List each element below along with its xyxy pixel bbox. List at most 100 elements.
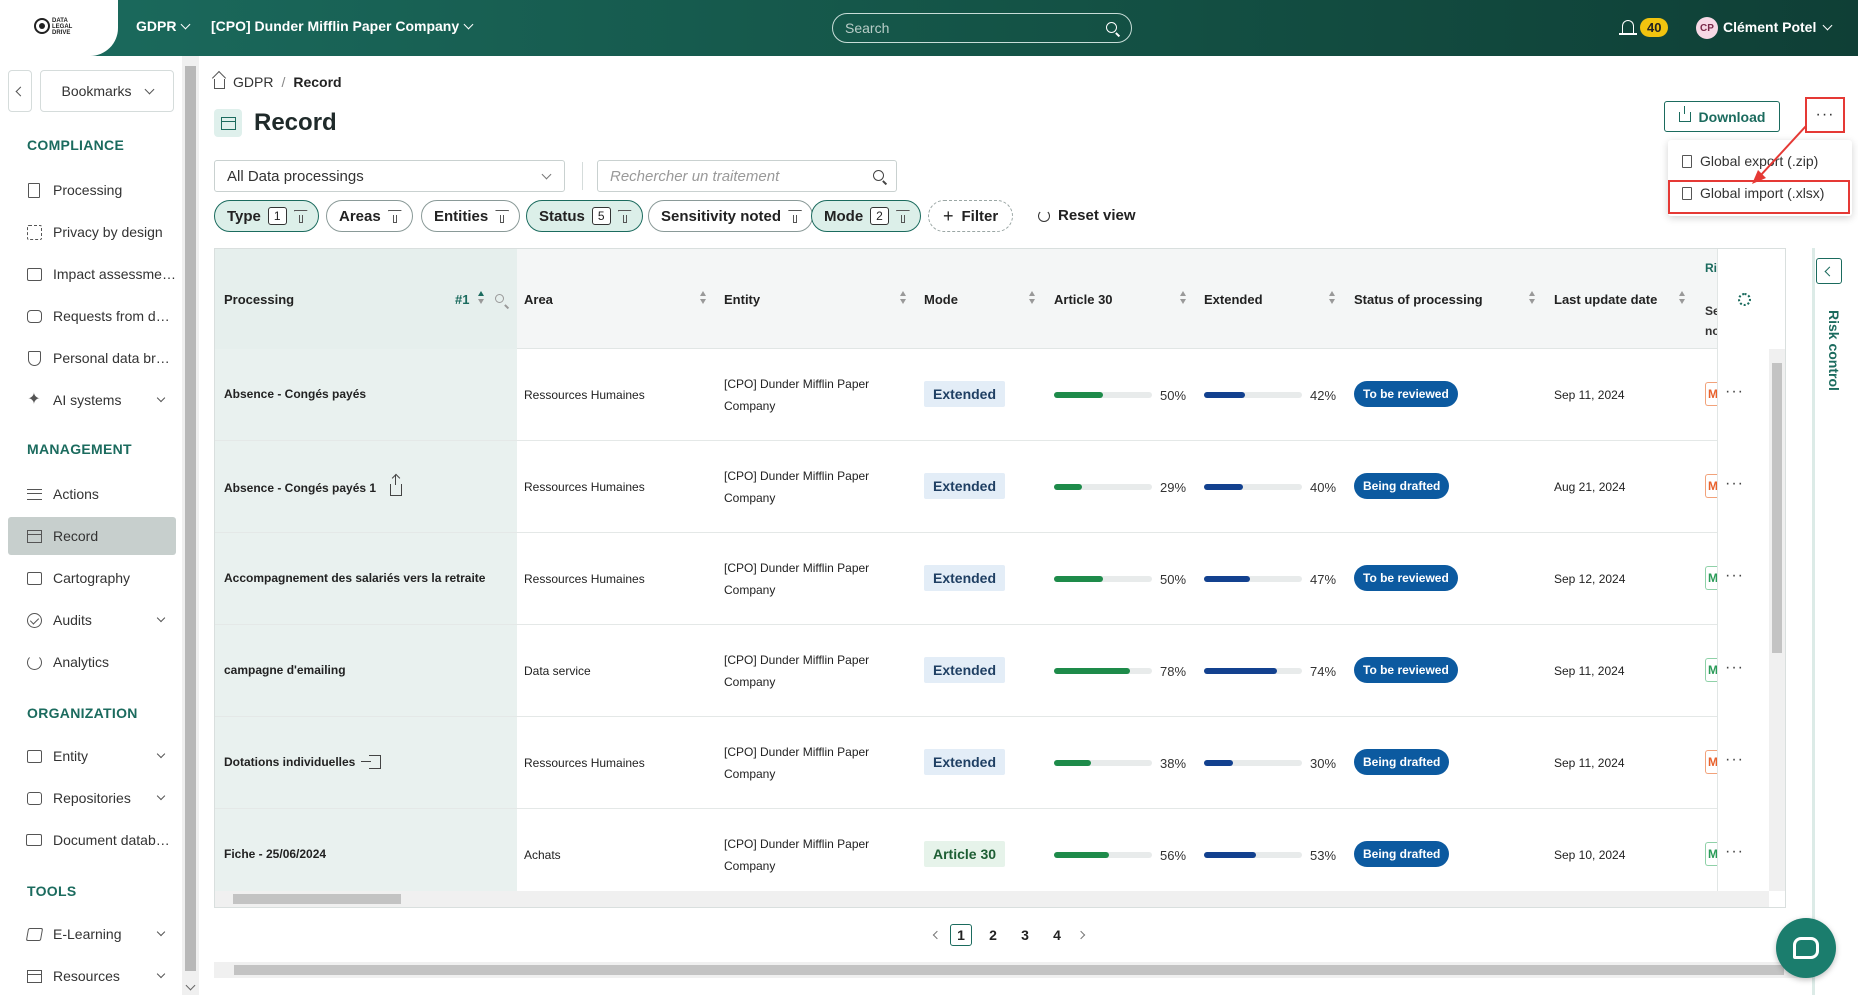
- row-more-button[interactable]: ···: [1725, 567, 1744, 585]
- scroll-thumb[interactable]: [234, 965, 1784, 975]
- cell-processing[interactable]: campagne d'emailing: [224, 663, 346, 677]
- sidebar-item-impact-assessments[interactable]: Impact assessments: [8, 255, 176, 293]
- filter-chip-areas[interactable]: Areas: [326, 200, 413, 232]
- page-horizontal-scrollbar[interactable]: [214, 962, 1806, 978]
- header-article-30[interactable]: Article 30: [1054, 292, 1113, 307]
- collapse-sidebar-button[interactable]: [8, 70, 32, 112]
- cell-processing[interactable]: Absence - Congés payés 1: [224, 475, 403, 496]
- row-more-button[interactable]: ···: [1725, 659, 1744, 677]
- sidebar-item-document-database[interactable]: Document database: [8, 821, 176, 859]
- sort-icon[interactable]: [1529, 291, 1535, 305]
- sidebar-item-audits[interactable]: Audits: [8, 601, 176, 639]
- sidebar-scrollbar[interactable]: [182, 56, 199, 995]
- sidebar-item-resources[interactable]: Resources: [8, 957, 176, 995]
- row-more-button[interactable]: ···: [1725, 843, 1744, 861]
- expand-panel-button[interactable]: [1816, 258, 1842, 284]
- gear-icon[interactable]: [1738, 293, 1751, 306]
- sidebar-item-repositories[interactable]: Repositories: [8, 779, 176, 817]
- sidebar-item-requests[interactable]: Requests from data subjects: [8, 297, 176, 335]
- sign-in-icon[interactable]: [361, 755, 382, 769]
- search-icon[interactable]: [495, 294, 504, 303]
- sidebar-item-ai-systems[interactable]: ✦ AI systems: [8, 381, 176, 419]
- page-4[interactable]: 4: [1046, 924, 1068, 946]
- processing-name[interactable]: Fiche - 25/06/2024: [224, 847, 326, 861]
- filter-chip-type[interactable]: Type 1: [214, 200, 319, 232]
- filter-chip-mode[interactable]: Mode 2: [811, 200, 921, 232]
- table-row[interactable]: Fiche - 25/06/2024 Achats [CPO] Dunder Mif…: [215, 809, 1785, 901]
- processing-name[interactable]: Absence - Congés payés: [224, 387, 366, 401]
- sort-icon[interactable]: [1180, 291, 1186, 305]
- sidebar-item-cartography[interactable]: Cartography: [8, 559, 176, 597]
- header-area[interactable]: Area: [524, 292, 553, 307]
- page-2[interactable]: 2: [982, 924, 1004, 946]
- header-status[interactable]: Status of processing: [1354, 292, 1483, 307]
- next-page-icon[interactable]: [1076, 930, 1086, 940]
- row-more-button[interactable]: ···: [1725, 751, 1744, 769]
- notification-count[interactable]: 40: [1640, 18, 1669, 37]
- header-risk[interactable]: Risk: [1705, 261, 1717, 275]
- table-row[interactable]: Accompagnement des salariés vers la retr…: [215, 533, 1785, 625]
- processing-name[interactable]: Dotations individuelles: [224, 755, 355, 769]
- header-entity[interactable]: Entity: [724, 292, 760, 307]
- add-filter-button[interactable]: + Filter: [928, 200, 1014, 232]
- download-button[interactable]: Download: [1664, 101, 1780, 132]
- header-sensitivity[interactable]: Sensitivity noted: [1705, 301, 1717, 341]
- bookmarks-dropdown[interactable]: Bookmarks: [40, 70, 174, 112]
- header-last-update[interactable]: Last update date: [1554, 292, 1657, 307]
- sort-icon[interactable]: [1029, 291, 1035, 305]
- cell-processing[interactable]: Accompagnement des salariés vers la retr…: [224, 571, 485, 585]
- avatar[interactable]: CP: [1696, 17, 1718, 39]
- sort-icon[interactable]: [1329, 291, 1335, 305]
- sidebar-item-privacy-by-design[interactable]: Privacy by design: [8, 213, 176, 251]
- scroll-thumb[interactable]: [233, 894, 401, 904]
- cell-processing[interactable]: Dotations individuelles: [224, 755, 382, 769]
- filter-chip-status[interactable]: Status 5: [526, 200, 643, 232]
- breadcrumb-root[interactable]: GDPR: [233, 74, 273, 90]
- sort-icon[interactable]: [478, 291, 484, 305]
- processing-search-input[interactable]: [598, 161, 896, 191]
- row-more-button[interactable]: ···: [1725, 475, 1744, 493]
- sort-icon[interactable]: [700, 291, 706, 305]
- more-actions-button[interactable]: ···: [1805, 97, 1845, 133]
- scroll-down-arrow-icon[interactable]: [185, 980, 196, 991]
- menu-item-global-export[interactable]: Global export (.zip): [1682, 153, 1818, 169]
- share-icon[interactable]: [390, 475, 403, 496]
- filter-chip-entities[interactable]: Entities: [421, 200, 521, 232]
- sidebar-item-elearning[interactable]: E-Learning: [8, 915, 176, 953]
- sort-icon[interactable]: [1679, 291, 1685, 305]
- processing-scope-select[interactable]: All Data processings: [214, 160, 565, 192]
- prev-page-icon[interactable]: [932, 930, 942, 940]
- sidebar-item-entity[interactable]: Entity: [8, 737, 176, 775]
- home-icon[interactable]: [214, 78, 225, 89]
- page-3[interactable]: 3: [1014, 924, 1036, 946]
- sidebar-item-processing[interactable]: Processing: [8, 171, 176, 209]
- global-search-input[interactable]: [833, 14, 1131, 42]
- page-1[interactable]: 1: [950, 924, 972, 946]
- chat-button[interactable]: [1776, 918, 1836, 978]
- cell-processing[interactable]: Absence - Congés payés: [224, 387, 366, 401]
- bell-icon[interactable]: [1619, 20, 1637, 35]
- search-icon[interactable]: [1106, 22, 1117, 33]
- filter-chip-sensitivity[interactable]: Sensitivity noted: [648, 200, 814, 232]
- processing-name[interactable]: Absence - Congés payés 1: [224, 481, 376, 495]
- table-row[interactable]: Absence - Congés payés 1 Ressources Humai…: [215, 441, 1785, 533]
- risk-control-label[interactable]: Risk control: [1826, 310, 1842, 391]
- search-icon[interactable]: [873, 170, 884, 181]
- table-vertical-scrollbar[interactable]: [1769, 349, 1785, 891]
- processing-name[interactable]: campagne d'emailing: [224, 663, 346, 677]
- sidebar-scroll-thumb[interactable]: [185, 66, 196, 971]
- sort-icon[interactable]: [900, 291, 906, 305]
- row-more-button[interactable]: ···: [1725, 383, 1744, 401]
- sidebar-item-analytics[interactable]: Analytics: [8, 643, 176, 681]
- scroll-thumb[interactable]: [1772, 363, 1782, 653]
- header-extended[interactable]: Extended: [1204, 292, 1263, 307]
- processing-name[interactable]: Accompagnement des salariés vers la retr…: [224, 571, 485, 585]
- table-horizontal-scrollbar[interactable]: [215, 891, 1769, 907]
- sidebar-item-record[interactable]: Record: [8, 517, 176, 555]
- header-mode[interactable]: Mode: [924, 292, 958, 307]
- table-row[interactable]: Absence - Congés payés Ressources Humaine…: [215, 349, 1785, 441]
- user-menu[interactable]: Clément Potel: [1723, 19, 1833, 35]
- company-selector[interactable]: [CPO] Dunder Mifflin Paper Company: [211, 18, 474, 34]
- app-logo[interactable]: DATA LEGAL DRIVE: [0, 0, 118, 56]
- reset-view-button[interactable]: Reset view: [1038, 207, 1136, 224]
